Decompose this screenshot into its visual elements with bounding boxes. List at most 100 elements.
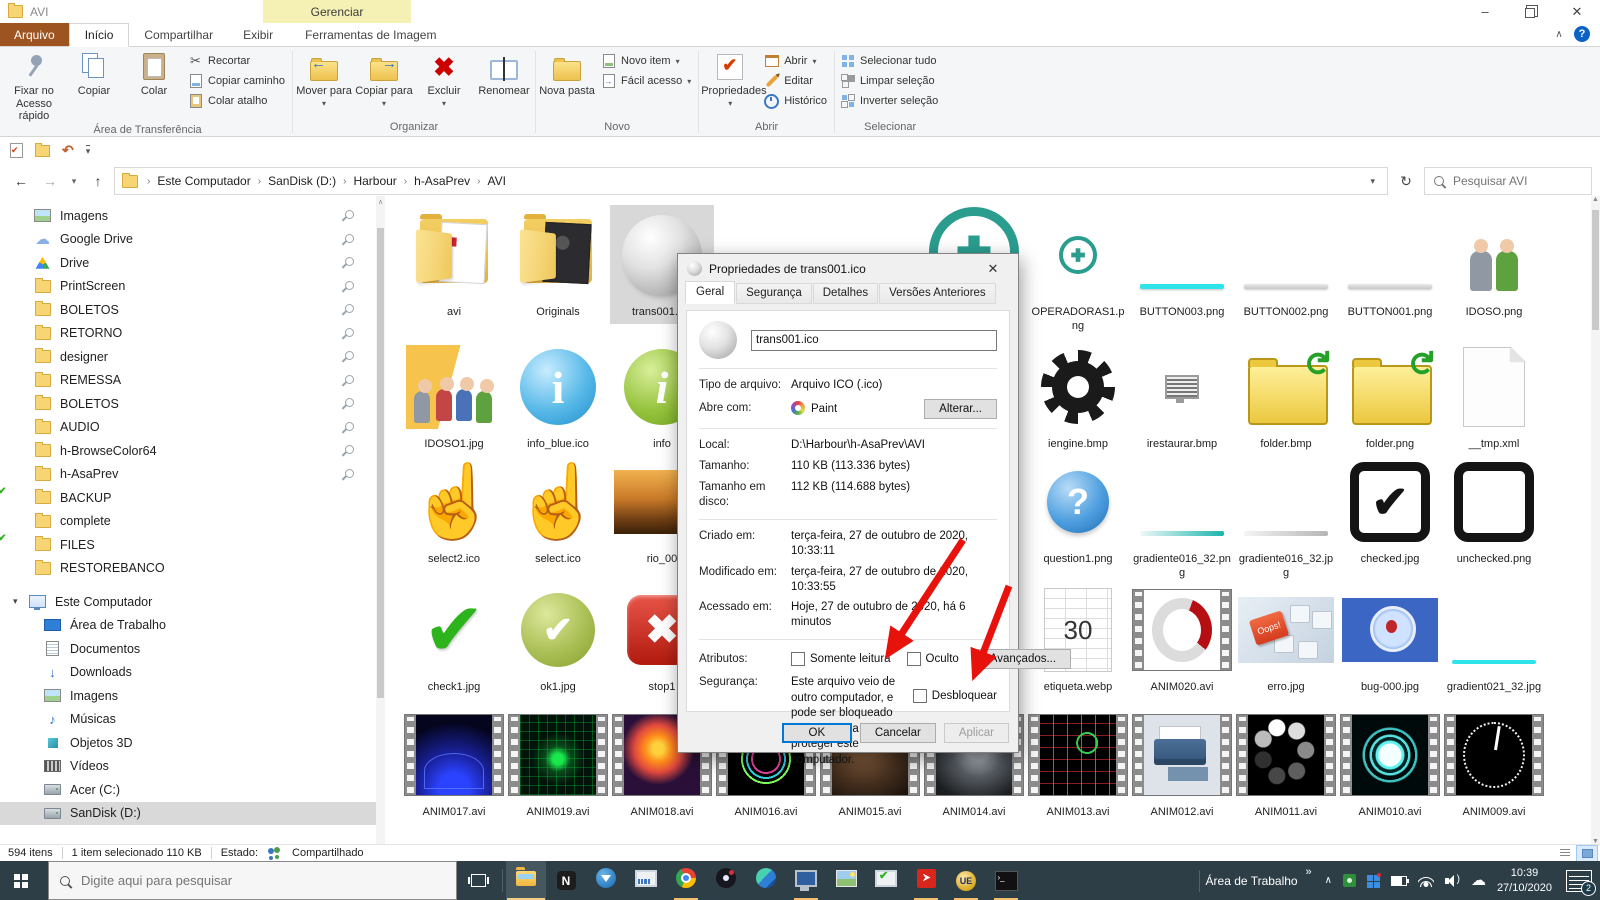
ribbon-button-colar[interactable]: Colar [124, 48, 184, 98]
qat-properties-icon[interactable] [10, 143, 23, 158]
ribbon-button-fixar-no-acesso-rapido[interactable]: Fixar no Acesso rápido [4, 48, 64, 123]
ribbon-button-copiar-caminho[interactable]: Copiar caminho [188, 74, 285, 88]
tray-blue-app-icon[interactable] [1367, 875, 1373, 881]
file-tile-checked-jpg[interactable]: ✔checked.jpg [1338, 452, 1442, 571]
recent-locations-icon[interactable]: ▾ [66, 176, 82, 187]
file-tile-originals[interactable]: Originals [506, 205, 610, 324]
back-icon[interactable]: ← [8, 173, 34, 189]
taskbar-app-edge[interactable] [746, 861, 786, 900]
tab-ferramentas-de-imagem[interactable]: Ferramentas de Imagem [290, 23, 451, 46]
search-input[interactable] [1451, 173, 1582, 189]
breadcrumb-item-avi[interactable]: AVI [481, 168, 513, 194]
tray-chevron-up-icon[interactable]: ∧ [1325, 875, 1332, 886]
ribbon-button-excluir[interactable]: ✖Excluir▾ [414, 48, 474, 108]
thumbnail-view-button[interactable] [1576, 845, 1598, 862]
grid-scrollbar[interactable]: ▲▼ [1591, 196, 1600, 845]
taskbar-app-notepadpp[interactable]: N [546, 861, 586, 900]
breadcrumb-dropdown-icon[interactable]: ▾ [1358, 176, 1387, 187]
file-tile-anim012-avi[interactable]: ANIM012.avi [1130, 705, 1234, 824]
ribbon-button-nova-pasta[interactable]: Nova pasta [537, 48, 597, 98]
file-tile-check1-jpg[interactable]: ✔check1.jpg [402, 580, 506, 699]
taskbar-app-pcgreen[interactable] [866, 861, 906, 900]
sidebar-item-area-de-trabalho[interactable]: Área de Trabalho [0, 614, 376, 638]
checkbox-oculto[interactable]: Oculto [907, 652, 959, 667]
ribbon-button-colar-atalho[interactable]: Colar atalho [188, 94, 285, 108]
ribbon-button-inverter-selecao[interactable]: Inverter seleção [840, 94, 938, 108]
sidebar-item-objetos-3d[interactable]: Objetos 3D [0, 731, 376, 755]
sidebar-item-imagens[interactable]: Imagens [0, 204, 376, 228]
dialog-close-icon[interactable]: ✕ [977, 261, 1009, 277]
file-tile-iengine-bmp[interactable]: iengine.bmp [1026, 337, 1130, 456]
file-tile-anim009-avi[interactable]: ANIM009.avi [1442, 705, 1546, 824]
dialog-tab-seguranca[interactable]: Segurança [736, 283, 812, 304]
file-tile-anim011-avi[interactable]: ANIM011.avi [1234, 705, 1338, 824]
qat-undo-icon[interactable]: ↶ [62, 142, 74, 159]
ok-button[interactable]: OK [782, 723, 852, 743]
file-tile-tmp-xml[interactable]: __tmp.xml [1442, 337, 1546, 456]
qat-new-folder-icon[interactable] [35, 145, 50, 157]
file-tile-etiqueta-webp[interactable]: 30etiqueta.webp [1026, 580, 1130, 699]
ribbon-button-facil-acesso[interactable]: Fácil acesso▾ [601, 74, 691, 88]
file-tile-gradiente016-32-jpg[interactable]: gradiente016_32.jpg [1234, 452, 1338, 585]
restore-button[interactable] [1508, 0, 1554, 23]
dialog-tab-geral[interactable]: Geral [685, 281, 735, 304]
sidebar-item-sandisk-d[interactable]: SanDisk (D:) [0, 802, 376, 826]
breadcrumb-item-este-computador[interactable]: Este Computador [150, 168, 257, 194]
filename-input[interactable] [751, 330, 997, 351]
sidebar-item-google-drive[interactable]: ☁Google Drive [0, 228, 376, 252]
file-tile-anim019-avi[interactable]: ANIM019.avi [506, 705, 610, 824]
file-tile-anim013-avi[interactable]: ANIM013.avi [1026, 705, 1130, 824]
tray-green-app-icon[interactable] [1343, 874, 1356, 887]
collapse-ribbon-icon[interactable]: ∧ [1546, 23, 1572, 46]
file-tile-idoso-png[interactable]: IDOSO.png [1442, 205, 1546, 324]
sidebar-item-imagens[interactable]: Imagens [0, 684, 376, 708]
start-button[interactable] [0, 861, 48, 900]
taskbar-search-input[interactable] [79, 872, 445, 889]
sidebar-item-h-browsecolor64[interactable]: h-BrowseColor64 [0, 439, 376, 463]
search-box[interactable] [1424, 167, 1592, 195]
tab-arquivo[interactable]: Arquivo [0, 23, 69, 46]
ribbon-button-copiar-para[interactable]: →Copiar para▾ [354, 48, 414, 108]
file-tile-avi[interactable]: avi [402, 205, 506, 324]
file-tile-gradiente016-32-png[interactable]: gradiente016_32.png [1130, 452, 1234, 585]
file-tile-folder-bmp[interactable]: ↻folder.bmp [1234, 337, 1338, 456]
ribbon-button-abrir[interactable]: Abrir▾ [764, 54, 827, 68]
file-tile-irestaurar-bmp[interactable]: irestaurar.bmp [1130, 337, 1234, 456]
alterar-button[interactable]: Alterar... [924, 399, 997, 419]
taskbar-app-ultraedit[interactable]: UE [946, 861, 986, 900]
avancados-button[interactable]: Avançados... [975, 649, 1071, 669]
cancelar-button[interactable]: Cancelar [860, 723, 936, 743]
up-icon[interactable]: ↑ [85, 173, 111, 189]
ribbon-button-mover-para[interactable]: ←Mover para▾ [294, 48, 354, 108]
taskbar-app-photo[interactable] [826, 861, 866, 900]
ribbon-button-propriedades[interactable]: Propriedades▾ [700, 48, 760, 108]
file-tile-gradient021-32-jpg[interactable]: gradient021_32.jpg [1442, 580, 1546, 699]
file-tile-ok1-jpg[interactable]: ✔ok1.jpg [506, 580, 610, 699]
taskbar-app-thunderbird[interactable] [586, 861, 626, 900]
qat-customize-icon[interactable]: ▾ [86, 145, 91, 156]
file-tile-question1-png[interactable]: ?question1.png [1026, 452, 1130, 571]
dialog-tab-versoes[interactable]: Versões Anteriores [879, 283, 996, 304]
chevron-down-icon[interactable]: ▾ [13, 596, 25, 607]
sidebar-scrollbar[interactable]: ∧ [376, 196, 385, 845]
notifications-icon[interactable]: 2 [1566, 870, 1592, 892]
taskbar-app-darkapp[interactable] [706, 861, 746, 900]
breadcrumb-item-h-asaprev[interactable]: h-AsaPrev [407, 168, 477, 194]
file-tile-erro-jpg[interactable]: Oops!erro.jpg [1234, 580, 1338, 699]
file-tile-anim017-avi[interactable]: ANIM017.avi [402, 705, 506, 824]
ribbon-button-selecionar-tudo[interactable]: Selecionar tudo [840, 54, 938, 68]
file-tile-operadoras1-png[interactable]: OPERADORAS1.png [1026, 205, 1130, 338]
sidebar-item-este-computador[interactable]: ▾Este Computador [0, 590, 376, 614]
file-tile-anim010-avi[interactable]: ANIM010.avi [1338, 705, 1442, 824]
file-tile-button001-png[interactable]: BUTTON001.png [1338, 205, 1442, 324]
file-tile-unchecked-png[interactable]: unchecked.png [1442, 452, 1546, 571]
checkbox-desbloquear[interactable]: Desbloquear [913, 689, 997, 703]
forward-icon[interactable]: → [37, 173, 63, 189]
sidebar-item-designer[interactable]: designer [0, 345, 376, 369]
sidebar-item-h-asaprev[interactable]: h-AsaPrev [0, 463, 376, 487]
tab-exibir[interactable]: Exibir [228, 23, 288, 46]
file-tile-button003-png[interactable]: BUTTON003.png [1130, 205, 1234, 324]
taskbar-app-sysmon[interactable] [626, 861, 666, 900]
sidebar-item-restorebanco[interactable]: RESTOREBANCO [0, 557, 376, 581]
close-button[interactable]: ✕ [1554, 0, 1600, 23]
